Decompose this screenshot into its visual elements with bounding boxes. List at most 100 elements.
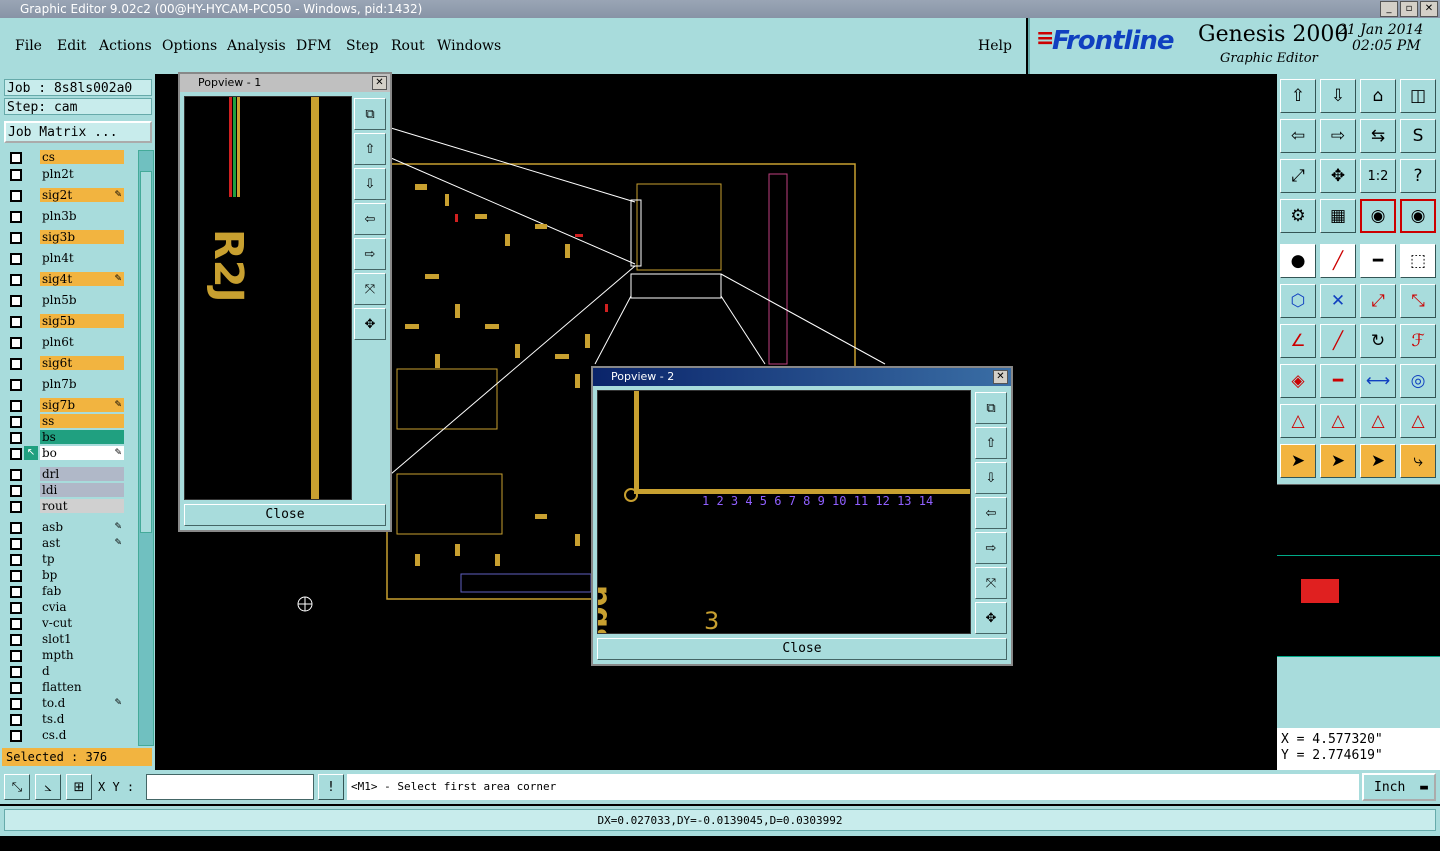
layer-row[interactable]: asb ✎ (6, 520, 124, 534)
move-pad-icon[interactable]: ⤢ (1360, 284, 1396, 318)
scrollbar-thumb[interactable] (140, 171, 152, 533)
popview-2-pan-right-button[interactable]: ⇨ (975, 532, 1007, 564)
delete-icon[interactable]: ✕ (1320, 284, 1356, 318)
layer-checkbox[interactable] (10, 682, 22, 694)
menu-windows[interactable]: Windows (437, 38, 501, 54)
popview-2-close-icon[interactable]: ✕ (993, 370, 1008, 384)
triangle-3-icon[interactable]: △ (1360, 404, 1396, 438)
popview-1-canvas[interactable]: R2J BWWLKLHGFEDCBA (184, 96, 473, 500)
pointer-icon[interactable]: ➤ (1280, 444, 1316, 478)
layer-row[interactable]: sig6t (6, 356, 124, 370)
layer-checkbox[interactable] (10, 190, 22, 202)
popview-2-fit-button[interactable]: ⤧ (975, 567, 1007, 599)
home-icon[interactable]: ⌂ (1360, 79, 1396, 113)
zoom-out-icon[interactable]: ⇩ (1320, 79, 1356, 113)
minimize-button[interactable]: _ (1380, 1, 1398, 17)
snap-mode-2-icon[interactable]: ⦣ (35, 774, 61, 800)
popview-2-pan-down-button[interactable]: ⇩ (975, 462, 1007, 494)
layer-checkbox[interactable] (10, 618, 22, 630)
overview-viewport[interactable] (1301, 579, 1339, 603)
layer-row[interactable]: flatten (6, 680, 124, 694)
copy-pad-icon[interactable]: ⤡ (1400, 284, 1436, 318)
pointer-select-icon[interactable]: ➤ (1320, 444, 1356, 478)
popview-1-zoom-window-button[interactable]: ⧉ (354, 98, 386, 130)
layer-checkbox[interactable] (10, 554, 22, 566)
layer-checkbox[interactable] (10, 316, 22, 328)
layer-checkbox[interactable] (10, 232, 22, 244)
layer-row[interactable]: pln3b (6, 209, 124, 223)
popview-1-close-icon[interactable]: ✕ (372, 76, 387, 90)
units-select[interactable]: Inch ▬ (1362, 773, 1436, 801)
layer-row[interactable]: d (6, 664, 124, 678)
menu-help[interactable]: Help (978, 38, 1012, 54)
popview-2-pan-left-button[interactable]: ⇦ (975, 497, 1007, 529)
layer-row[interactable]: ↖ bo ✎ (6, 446, 124, 460)
query-icon[interactable]: ? (1400, 159, 1436, 193)
layer-checkbox[interactable] (10, 337, 22, 349)
layer-row[interactable]: mpth (6, 648, 124, 662)
layer-checkbox[interactable] (10, 714, 22, 726)
layer-row[interactable]: sig4t ✎ (6, 272, 124, 286)
menu-actions[interactable]: Actions (99, 38, 152, 54)
popview-1-close-button[interactable]: Close (184, 504, 386, 526)
popview-2-titlebar[interactable]: Popview - 2 ✕ (593, 368, 1011, 386)
pan-right-icon[interactable]: ⇨ (1320, 119, 1356, 153)
triangle-4-icon[interactable]: △ (1400, 404, 1436, 438)
menu-edit[interactable]: Edit (57, 38, 86, 54)
layer-row[interactable]: pln5b (6, 293, 124, 307)
layer-checkbox[interactable] (10, 650, 22, 662)
close-window-button[interactable]: ✕ (1420, 1, 1438, 17)
mirror-icon[interactable]: ⇆ (1360, 119, 1396, 153)
pointer-box-icon[interactable]: ➤ (1360, 444, 1396, 478)
popview-1-pan-right-button[interactable]: ⇨ (354, 238, 386, 270)
layer-checkbox[interactable] (10, 274, 22, 286)
layer-row[interactable]: fab (6, 584, 124, 598)
layer-checkbox[interactable] (10, 538, 22, 550)
arc-icon[interactable]: ↻ (1360, 324, 1396, 358)
layer-checkbox[interactable] (10, 152, 22, 164)
layer-row[interactable]: ts.d (6, 712, 124, 726)
zoom-in-icon[interactable]: ⇧ (1280, 79, 1316, 113)
layer-row[interactable]: ss (6, 414, 124, 428)
popview-1-titlebar[interactable]: Popview - 1 ✕ (180, 74, 390, 92)
menu-dfm[interactable]: DFM (296, 38, 331, 54)
resize-icon[interactable]: ━ (1320, 364, 1356, 398)
layer-row[interactable]: drl (6, 467, 124, 481)
layer-checkbox[interactable] (10, 448, 22, 460)
popview-1-fit-button[interactable]: ⤧ (354, 273, 386, 305)
connect-icon[interactable]: ⬡ (1280, 284, 1316, 318)
layer-checkbox[interactable] (10, 698, 22, 710)
popview-1-pan-up-button[interactable]: ⇧ (354, 133, 386, 165)
select-area-icon[interactable]: ⬚ (1400, 244, 1436, 278)
center-icon[interactable]: ✥ (1320, 159, 1356, 193)
layer-row[interactable]: ast ✎ (6, 536, 124, 550)
popview-1-center-button[interactable]: ✥ (354, 308, 386, 340)
layer-checkbox[interactable] (10, 522, 22, 534)
menu-analysis[interactable]: Analysis (227, 38, 286, 54)
grid-icon[interactable]: ▦ (1320, 199, 1356, 233)
layer-row[interactable]: rout (6, 499, 124, 513)
grid-snap-icon[interactable]: ⊞ (66, 774, 92, 800)
diagonal-line-icon[interactable]: ╱ (1320, 324, 1356, 358)
text-icon[interactable]: ℱ (1400, 324, 1436, 358)
popview-2-close-button[interactable]: Close (597, 638, 1007, 660)
layer-row[interactable]: tp (6, 552, 124, 566)
layer-row[interactable]: to.d ✎ (6, 696, 124, 710)
layer-row[interactable]: cs.d (6, 728, 124, 742)
alert-icon[interactable]: ! (318, 774, 344, 800)
add-pad-icon[interactable]: ● (1280, 244, 1316, 278)
layer-checkbox[interactable] (10, 400, 22, 412)
layer-checkbox[interactable] (10, 586, 22, 598)
layer-checkbox[interactable] (10, 358, 22, 370)
window-icon[interactable]: ◫ (1400, 79, 1436, 113)
layer-row[interactable]: sig2t ✎ (6, 188, 124, 202)
layer-row[interactable]: slot1 (6, 632, 124, 646)
layer-row[interactable]: ldi (6, 483, 124, 497)
overview-map[interactable] (1277, 484, 1440, 657)
layer-checkbox[interactable] (10, 295, 22, 307)
layer-checkbox[interactable] (10, 416, 22, 428)
layer-row[interactable]: bp (6, 568, 124, 582)
snap-icon[interactable]: S (1400, 119, 1436, 153)
layer-checkbox[interactable] (10, 570, 22, 582)
popview-1-pan-left-button[interactable]: ⇦ (354, 203, 386, 235)
